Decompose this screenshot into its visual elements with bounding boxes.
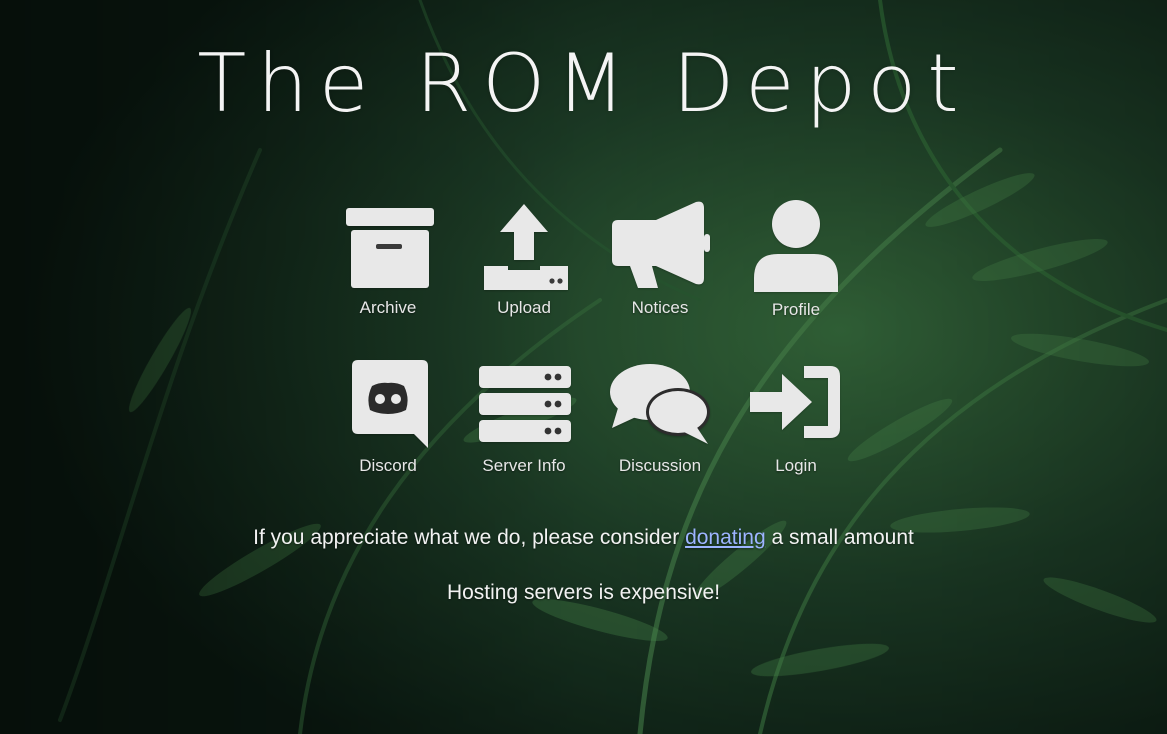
nav-label: Discord bbox=[359, 456, 417, 475]
donate-text-before: If you appreciate what we do, please con… bbox=[253, 526, 686, 549]
server-icon bbox=[479, 366, 571, 442]
archive-icon bbox=[346, 208, 434, 288]
nav-label: Archive bbox=[359, 298, 417, 317]
nav-label: Notices bbox=[631, 298, 689, 317]
nav-archive[interactable]: Archive bbox=[318, 196, 458, 326]
page-title: The ROM Depot bbox=[197, 37, 970, 130]
hosting-note: Hosting servers is expensive! bbox=[446, 581, 721, 604]
nav-label: Discussion bbox=[618, 456, 702, 475]
donate-text-after: a small amount bbox=[765, 526, 914, 549]
discord-icon bbox=[352, 360, 428, 448]
user-icon bbox=[754, 200, 838, 292]
nav-server-info[interactable]: Server Info bbox=[454, 354, 594, 484]
nav-label: Upload bbox=[497, 298, 551, 317]
nav-label: Login bbox=[775, 456, 817, 475]
chat-bubbles-icon bbox=[610, 364, 710, 444]
nav-notices[interactable]: Notices bbox=[590, 196, 730, 326]
nav-login[interactable]: Login bbox=[726, 354, 866, 484]
nav-profile[interactable]: Profile bbox=[726, 196, 866, 326]
nav-label: Profile bbox=[771, 300, 821, 319]
nav-upload[interactable]: Upload bbox=[454, 196, 594, 326]
upload-icon bbox=[484, 204, 568, 290]
donate-message: If you appreciate what we do, please con… bbox=[0, 526, 1167, 550]
sign-in-icon bbox=[750, 366, 840, 438]
megaphone-icon bbox=[612, 201, 710, 288]
donate-link[interactable]: donating bbox=[685, 526, 766, 549]
nav-label: Server Info bbox=[482, 456, 566, 475]
nav-discussion[interactable]: Discussion bbox=[590, 354, 730, 484]
nav-discord[interactable]: Discord bbox=[318, 354, 458, 484]
